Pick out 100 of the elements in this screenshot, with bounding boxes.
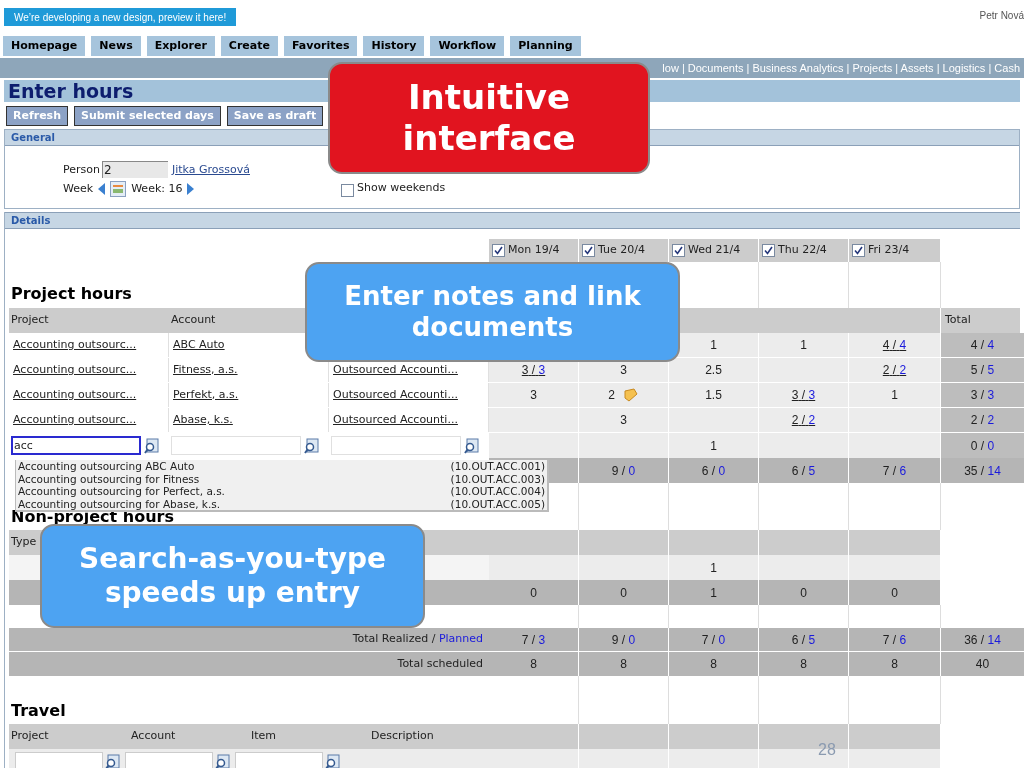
record-link[interactable]: Accounting outsourc... [13, 361, 137, 379]
week-value: Week: 16 [131, 181, 183, 197]
table-cell: 1.5 [669, 383, 759, 407]
hours-value: 2 [608, 387, 615, 404]
table-cell: 3 [579, 408, 669, 432]
section-title: General [11, 131, 55, 145]
person-field[interactable]: 2 [101, 161, 168, 178]
nav-tab[interactable]: Favorites [283, 36, 358, 56]
calendar-icon[interactable] [110, 181, 127, 198]
page-number: 28 [818, 740, 836, 760]
column-header: Project [11, 312, 49, 329]
search-icon[interactable] [304, 437, 320, 454]
page-title: Enter hours [8, 78, 134, 104]
nav-tab[interactable]: Create [220, 36, 278, 56]
table-cell: 2.5 [669, 358, 759, 382]
lookup-field[interactable] [125, 752, 213, 768]
checkbox-label: Show weekends [357, 180, 446, 196]
day-label: Mon 19/4 [508, 242, 560, 259]
table-cell: 40 [941, 652, 1024, 676]
table-cell: 3 [489, 383, 579, 407]
table-cell: 0 [489, 580, 579, 605]
record-link[interactable]: ABC Auto [173, 336, 225, 354]
checkbox[interactable] [672, 244, 685, 257]
table-cell: 7 / 3 [489, 628, 579, 651]
lookup-field[interactable] [171, 436, 301, 455]
search-icon[interactable] [325, 753, 341, 768]
table-cell: 0 [579, 580, 669, 605]
hours-link[interactable]: 2 / 2 [791, 411, 816, 429]
section-title: Details [11, 214, 51, 228]
table-cell: 0 [849, 580, 941, 605]
lookup-field[interactable] [331, 436, 461, 455]
table-cell: 0 [759, 580, 849, 605]
lookup-field[interactable] [235, 752, 323, 768]
record-link[interactable]: Accounting outsourc... [13, 386, 137, 404]
nav-tab[interactable]: News [91, 36, 141, 56]
suggestion-item[interactable]: Accounting outsourcing for Fitness (10.OUT.ACC.003) [18, 472, 545, 485]
column-header: Account [131, 728, 176, 745]
column-header: Account [171, 312, 216, 329]
table-cell: 1 [849, 383, 941, 407]
table-cell: 36 / 14 [941, 628, 1024, 651]
section-heading: Project hours [11, 283, 132, 305]
nav-tab[interactable]: Planning [510, 36, 581, 56]
table-cell: 6 / 5 [759, 458, 849, 483]
record-link[interactable]: Accounting outsourc... [13, 411, 137, 429]
column-header: Project [11, 728, 49, 745]
person-link[interactable]: Jitka Grossová [171, 161, 250, 178]
user-name[interactable]: Petr Nová [979, 8, 1024, 23]
checkbox[interactable] [852, 244, 865, 257]
record-link[interactable]: Abase, k.s. [173, 411, 233, 429]
record-link[interactable]: Outsourced Accounti... [333, 386, 458, 404]
next-icon[interactable] [187, 183, 195, 196]
table-cell: 8 [849, 652, 941, 676]
row-label: Total Realized / Planned [352, 631, 483, 648]
column-header: Total [945, 312, 971, 329]
checkbox[interactable] [582, 244, 595, 257]
hours-link[interactable]: 4 / 4 [882, 336, 907, 354]
nav-tab[interactable]: Workflow [430, 36, 505, 56]
suggestion-item[interactable]: Accounting outsourcing ABC Auto (10.OUT.ACC.001) [18, 460, 545, 473]
row-label: Total scheduled [397, 655, 483, 672]
search-icon[interactable] [215, 753, 231, 768]
suggestion-item[interactable]: Accounting outsourcing for Perfect, a.s. (10.OUT.ACC.004) [18, 485, 545, 498]
table-cell: 4 / 4 [941, 333, 1024, 357]
record-link[interactable]: Accounting outsourc... [13, 336, 137, 354]
callout: Enter notes and link documents [305, 262, 680, 362]
search-icon[interactable] [105, 753, 121, 768]
previous-icon[interactable] [98, 183, 106, 196]
hours-link[interactable]: 3 / 3 [791, 386, 816, 404]
table-cell: 35 / 14 [941, 458, 1024, 483]
table-cell: 1 [669, 580, 759, 605]
table-cell: 2 / 2 [941, 408, 1024, 432]
search-icon[interactable] [144, 437, 160, 454]
hours-link[interactable]: 2 / 2 [882, 361, 907, 379]
table-cell: 7 / 6 [849, 458, 941, 483]
checkbox[interactable] [492, 244, 505, 257]
table-cell: 1 [669, 555, 759, 580]
day-label: Fri 23/4 [868, 242, 910, 259]
table-cell: 3 / 3 [941, 383, 1024, 407]
table-cell: 7 / 6 [849, 628, 941, 651]
record-link[interactable]: Outsourced Accounti... [333, 361, 458, 379]
record-link[interactable]: Outsourced Accounti... [333, 411, 458, 429]
record-link[interactable]: Fitness, a.s. [173, 361, 238, 379]
nav-tab[interactable]: Explorer [146, 36, 215, 56]
callout: Search-as-you-type speeds up entry [40, 524, 425, 628]
callout: Intuitive interface [328, 62, 650, 174]
record-link[interactable]: Perfekt, a.s. [173, 386, 239, 404]
table-cell: 8 [669, 652, 759, 676]
hours-link[interactable]: 3 / 3 [521, 361, 546, 379]
table-cell: 8 [579, 652, 669, 676]
nav-tab[interactable]: Homepage [3, 36, 86, 56]
checkbox[interactable] [341, 183, 354, 197]
table-cell: 6 / 0 [669, 458, 759, 483]
nav-tab[interactable]: History [363, 36, 425, 56]
table-cell: 9 / 0 [579, 628, 669, 651]
suggestion-item[interactable]: Accounting outsourcing for Abase, k.s. (10.OUT.ACC.005) [18, 497, 545, 510]
checkbox[interactable] [762, 244, 775, 257]
search-icon[interactable] [464, 437, 480, 454]
lookup-field[interactable]: acc [11, 436, 141, 455]
lookup-field[interactable] [15, 752, 103, 768]
column-header: Item [251, 728, 277, 745]
field-label: Week [63, 181, 94, 197]
